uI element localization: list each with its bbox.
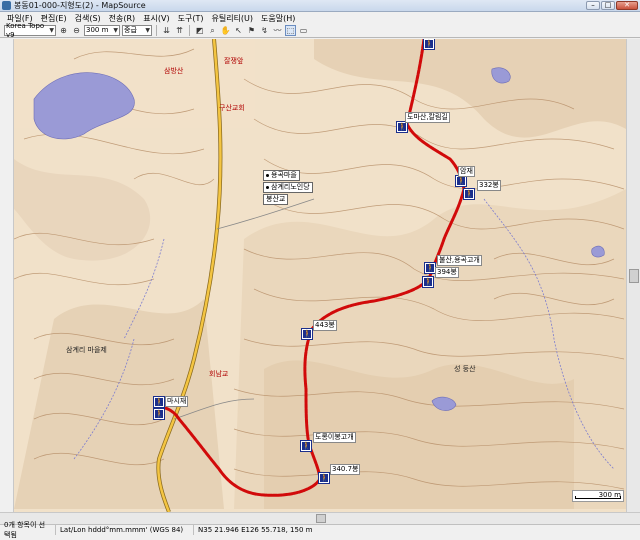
waypoint-label[interactable]: 도롱이봉고개	[313, 432, 356, 443]
map-product-select[interactable]: Korea Topo v9 ▼	[4, 22, 56, 39]
zoom-scale-value: 300 m	[86, 26, 109, 34]
hiker-icon[interactable]: 🚶	[463, 188, 475, 200]
device-receive-icon: ⇊	[163, 26, 170, 35]
measure-button[interactable]: ▭	[298, 25, 309, 36]
receive-button[interactable]: ⇊	[161, 25, 172, 36]
left-gutter	[0, 39, 14, 512]
route-icon: ↯	[261, 26, 268, 35]
selection-cursor-icon: ⬚	[286, 26, 295, 35]
hand-tool-button[interactable]: ✋	[220, 25, 231, 36]
zoom-tool-button[interactable]: ⌕	[207, 25, 218, 36]
poi-text: 봉산교	[266, 195, 286, 203]
app-icon	[2, 1, 11, 10]
map-canvas[interactable]: 🚶 🚶 🚶 🚶 🚶 🚶 🚶 🚶 🚶 🚶 🚶 도마산,칼림길 암재 332봉 불산…	[14, 39, 626, 512]
poi-text: 삼계리노인당	[271, 183, 310, 191]
waypoint-label[interactable]: 443봉	[313, 320, 337, 331]
waypoint-label[interactable]: 마시재	[165, 396, 189, 407]
waypoint-label[interactable]: 도마산,칼림길	[405, 112, 450, 123]
hiker-icon[interactable]: 🚶	[455, 175, 467, 187]
scale-indicator: 300 m	[572, 490, 624, 502]
place-label: 구산교회	[219, 104, 245, 112]
menu-tools[interactable]: 도구(T)	[176, 13, 206, 24]
map-pane: 🚶 🚶 🚶 🚶 🚶 🚶 🚶 🚶 🚶 🚶 🚶 도마산,칼림길 암재 332봉 불산…	[0, 39, 640, 512]
hiker-icon[interactable]: 🚶	[396, 121, 408, 133]
track-icon: 〰	[273, 26, 282, 35]
map-tool-button[interactable]: ◩	[194, 25, 205, 36]
selection-status: 0개 항목이 선택됨	[0, 521, 56, 539]
place-label: 삼계리 마을제	[66, 346, 107, 354]
cursor-coordinates: N35 21.946 E126 55.718, 150 m	[198, 526, 313, 534]
menu-bar: 파일(F) 편집(E) 검색(S) 전송(R) 표시(V) 도구(T) 유틸리티…	[0, 12, 640, 24]
hiker-icon[interactable]: 🚶	[318, 472, 330, 484]
place-label: 성 둥산	[454, 365, 476, 373]
poi-label[interactable]: 봉산교	[263, 194, 289, 205]
minimize-button[interactable]: –	[586, 1, 600, 10]
scale-bar	[575, 496, 621, 499]
maximize-button[interactable]: □	[601, 1, 615, 10]
zoom-tool-icon: ⌕	[210, 25, 215, 35]
hiker-icon[interactable]: 🚶	[153, 408, 165, 420]
vertical-scrollbar[interactable]	[626, 39, 640, 512]
coordinate-format: Lat/Lon hddd°mm.mmm' (WGS 84)	[56, 525, 194, 535]
window-title: 봉동01-000-지형도(2) - MapSource	[14, 1, 146, 10]
ruler-icon: ▭	[299, 26, 308, 35]
waypoint-label[interactable]: 394봉	[435, 267, 459, 278]
horizontal-scroll-thumb[interactable]	[316, 514, 326, 523]
waypoint-label[interactable]: 332봉	[477, 180, 501, 191]
detail-select[interactable]: 중급 ▼	[122, 25, 152, 36]
hiker-icon[interactable]: 🚶	[423, 39, 435, 50]
hand-pan-icon: ✋	[220, 26, 231, 35]
poi-dot-icon	[266, 185, 269, 189]
close-button[interactable]: ✕	[616, 1, 638, 10]
select-tool-button[interactable]: ↖	[233, 25, 244, 36]
hiker-icon[interactable]: 🚶	[301, 328, 313, 340]
vertical-scroll-thumb[interactable]	[629, 269, 639, 283]
device-send-icon: ⇈	[176, 26, 183, 35]
chevron-down-icon: ▼	[145, 27, 150, 34]
select-arrow-icon: ↖	[235, 26, 242, 35]
zoom-in-icon: ⊕	[60, 26, 67, 35]
menu-help[interactable]: 도움말(H)	[259, 13, 297, 24]
zoom-out-icon: ⊖	[73, 26, 80, 35]
menu-utilities[interactable]: 유틸리티(U)	[209, 13, 255, 24]
poi-label[interactable]: 삼계리노인당	[263, 182, 313, 193]
hiker-icon[interactable]: 🚶	[153, 396, 165, 408]
toolbar: Korea Topo v9 ▼ ⊕ ⊖ 300 m ▼ 중급 ▼ ⇊ ⇈ ◩ ⌕…	[0, 22, 640, 39]
poi-text: 용곡마을	[271, 171, 297, 179]
hiker-icon[interactable]: 🚶	[422, 276, 434, 288]
horizontal-scrollbar[interactable]	[0, 512, 640, 524]
send-button[interactable]: ⇈	[174, 25, 185, 36]
status-bar: 0개 항목이 선택됨 Lat/Lon hddd°mm.mmm' (WGS 84)…	[0, 521, 640, 539]
zoom-scale-select[interactable]: 300 m ▼	[84, 25, 120, 36]
hiker-icon[interactable]: 🚶	[424, 262, 436, 274]
toolbar-separator	[156, 25, 157, 36]
chevron-down-icon: ▼	[113, 27, 118, 34]
waypoint-tool-button[interactable]: ⚑	[246, 25, 257, 36]
place-label: 잘쟁앞	[224, 57, 244, 65]
menu-search[interactable]: 검색(S)	[73, 13, 103, 24]
title-bar: 봉동01-000-지형도(2) - MapSource – □ ✕	[0, 0, 640, 12]
chevron-down-icon: ▼	[49, 27, 54, 34]
poi-dot-icon	[266, 173, 269, 177]
detail-value: 중급	[124, 26, 137, 34]
waypoint-label[interactable]: 340.7봉	[330, 464, 361, 475]
window-controls: – □ ✕	[586, 1, 638, 10]
poi-label[interactable]: 용곡마을	[263, 170, 300, 181]
zoom-out-button[interactable]: ⊖	[71, 25, 82, 36]
waypoint-flag-icon: ⚑	[247, 26, 256, 35]
hiker-icon[interactable]: 🚶	[300, 440, 312, 452]
map-product-value: Korea Topo v9	[6, 21, 45, 39]
select-area-button[interactable]: ⬚	[285, 25, 296, 36]
map-tool-icon: ◩	[195, 26, 204, 35]
place-label: 삼방산	[164, 67, 184, 75]
waypoint-label[interactable]: 암재	[458, 166, 475, 177]
waypoint-label[interactable]: 불산,용곡고개	[437, 255, 482, 266]
place-label: 회남교	[209, 370, 229, 378]
route-tool-button[interactable]: ↯	[259, 25, 270, 36]
zoom-in-button[interactable]: ⊕	[58, 25, 69, 36]
toolbar-separator	[189, 25, 190, 36]
menu-transfer[interactable]: 전송(R)	[107, 13, 138, 24]
track-tool-button[interactable]: 〰	[272, 25, 283, 36]
menu-view[interactable]: 표시(V)	[141, 13, 171, 24]
